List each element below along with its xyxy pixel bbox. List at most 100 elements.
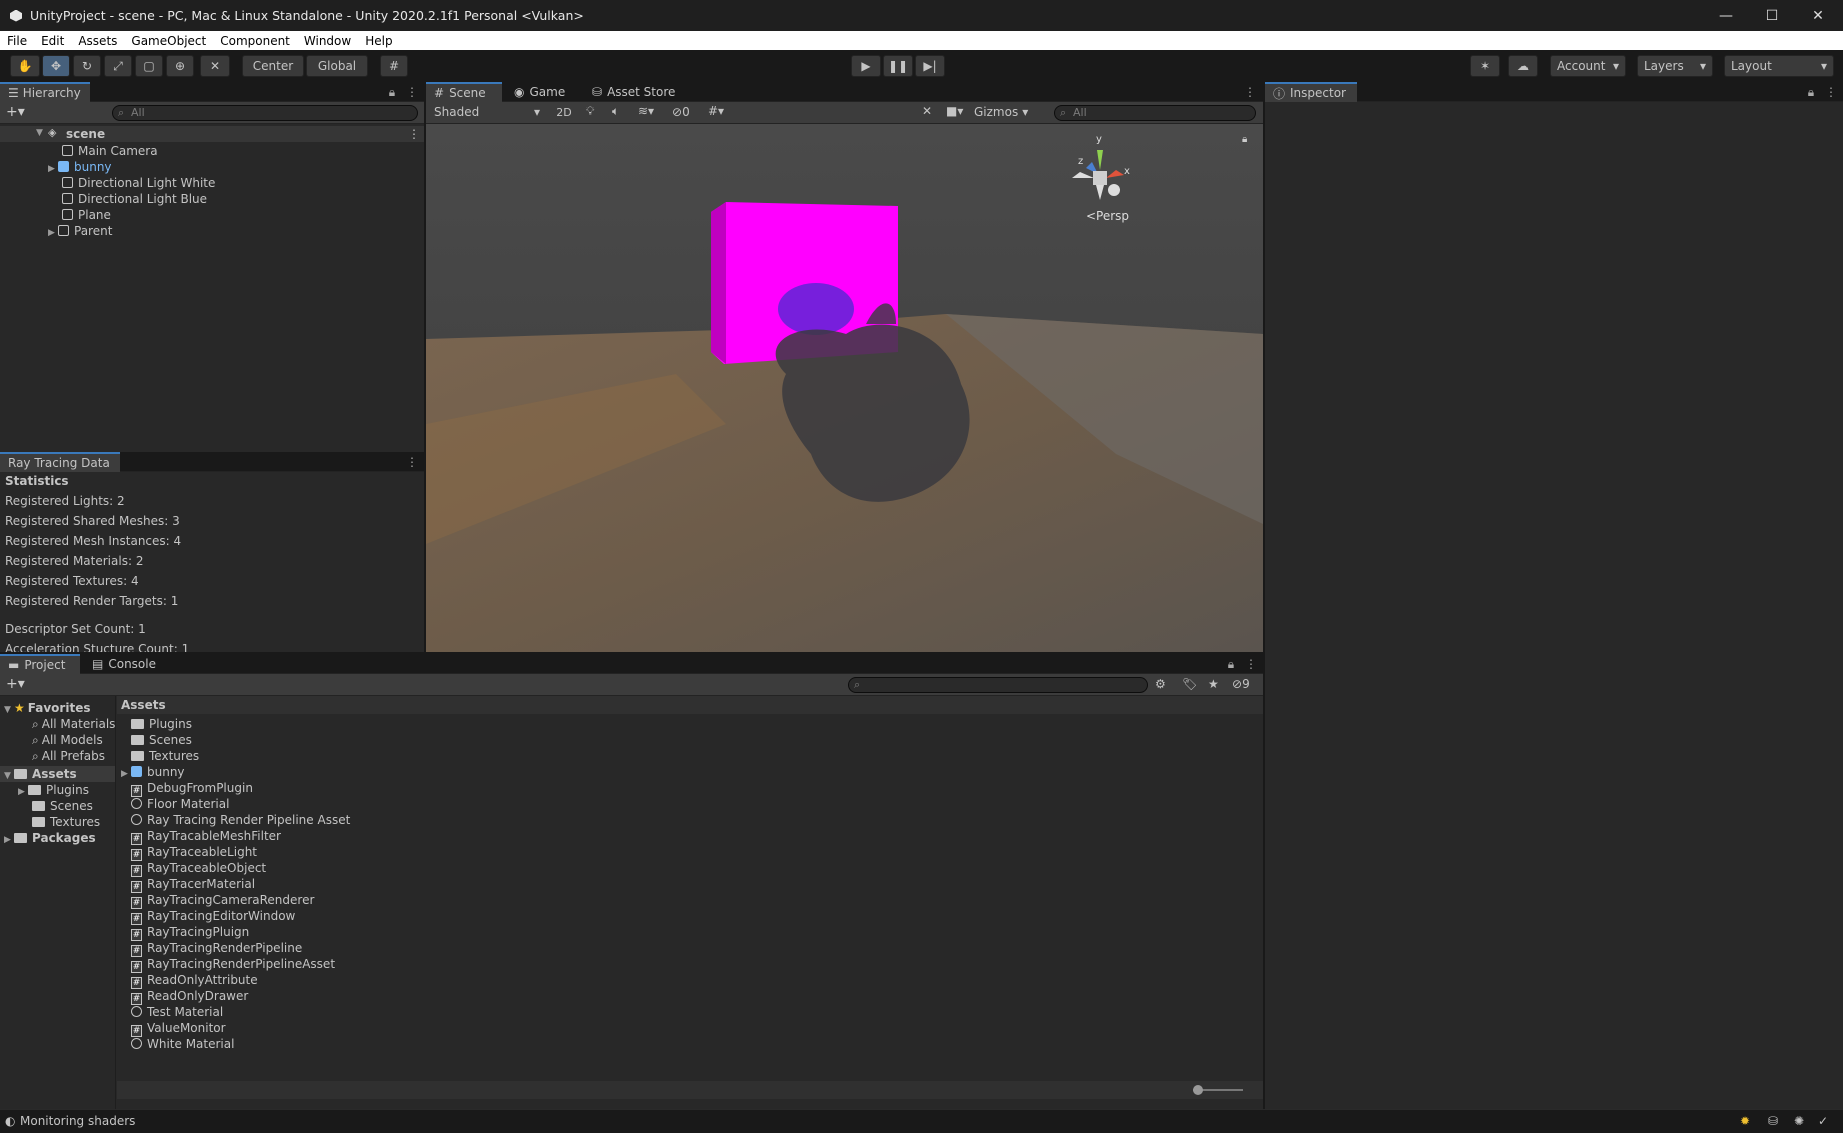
icon-size-slider-thumb[interactable] — [1193, 1085, 1203, 1095]
asset-item[interactable]: Textures — [131, 748, 199, 764]
menu-edit[interactable]: Edit — [34, 34, 71, 48]
account-dropdown[interactable]: Account ▾ — [1550, 55, 1626, 77]
asset-item[interactable]: Ray Tracing Render Pipeline Asset — [131, 812, 350, 828]
pivot-center-button[interactable]: Center — [242, 55, 304, 77]
tab-project[interactable]: ▬ Project — [0, 654, 80, 674]
more-options-icon[interactable]: ⋮ — [406, 455, 418, 469]
rotate-tool-button[interactable]: ↻ — [73, 55, 101, 77]
asset-item[interactable]: # RayTracerMaterial — [131, 876, 255, 893]
chevron-down-icon[interactable]: ▼ — [36, 128, 46, 138]
menu-assets[interactable]: Assets — [71, 34, 124, 48]
lighting-icon[interactable]: ✺ — [1794, 1114, 1804, 1128]
tree-folder-plugins[interactable]: ▶ Plugins — [18, 782, 89, 798]
asset-item[interactable]: # ValueMonitor — [131, 1020, 226, 1037]
asset-item[interactable]: Floor Material — [131, 796, 229, 812]
transform-tool-button[interactable]: ⊕ — [166, 55, 194, 77]
asset-item[interactable]: # RayTracingEditorWindow — [131, 908, 295, 925]
scene-viewport[interactable]: y x z 🔒︎ <Persp — [426, 124, 1263, 652]
tab-hierarchy[interactable]: ☰ Hierarchy — [0, 82, 90, 102]
check-icon[interactable]: ✓ — [1818, 1114, 1828, 1128]
hierarchy-item-light-white[interactable]: Directional Light White — [62, 175, 215, 191]
menu-file[interactable]: File — [0, 34, 34, 48]
pause-button[interactable]: ❚❚ — [883, 55, 913, 77]
asset-item[interactable]: ▶ bunny — [121, 764, 185, 780]
packages-folder[interactable]: ▶ Packages — [4, 830, 96, 846]
favorites-folder[interactable]: ▼ ★ Favorites — [4, 700, 90, 716]
asset-item[interactable]: # DebugFromPlugin — [131, 780, 253, 797]
favorite-star-icon[interactable]: ★ — [1208, 677, 1219, 691]
chevron-right-icon[interactable]: ▶ — [18, 784, 28, 800]
asset-item[interactable]: # RayTracingCameraRenderer — [131, 892, 314, 909]
bug-icon[interactable]: ✹ — [1740, 1114, 1750, 1128]
hierarchy-item-bunny[interactable]: ▶ bunny — [48, 159, 112, 175]
scene-search-input[interactable]: ⌕ All — [1054, 105, 1256, 121]
chevron-down-icon[interactable]: ▼ — [4, 768, 14, 784]
hierarchy-search-input[interactable]: ⌕ All — [112, 105, 418, 121]
gizmos-dropdown[interactable]: Gizmos ▾ — [974, 104, 1036, 121]
more-options-icon[interactable]: ⋮ — [406, 85, 418, 99]
favorite-all-materials[interactable]: ⌕ All Materials — [32, 716, 115, 732]
breadcrumb[interactable]: Assets — [117, 696, 1263, 714]
cloud-button[interactable]: ☁ — [1508, 55, 1538, 77]
lock-icon[interactable]: 🔒︎ — [1227, 657, 1235, 671]
add-icon[interactable]: +▾ — [6, 676, 25, 692]
maximize-button[interactable]: ☐ — [1749, 0, 1795, 31]
hidden-packages-toggle[interactable]: ⊘9 — [1232, 677, 1250, 691]
menu-help[interactable]: Help — [358, 34, 399, 48]
menu-component[interactable]: Component — [213, 34, 297, 48]
move-tool-button[interactable]: ✥ — [42, 55, 70, 77]
search-by-type-icon[interactable]: ⚙ — [1155, 677, 1166, 691]
menu-gameobject[interactable]: GameObject — [124, 34, 213, 48]
asset-item[interactable]: # RayTraceableLight — [131, 844, 257, 861]
search-by-label-icon[interactable]: 🏷︎ — [1182, 677, 1197, 691]
layout-dropdown[interactable]: Layout ▾ — [1724, 55, 1834, 77]
shading-mode-dropdown[interactable]: Shaded ▾ — [430, 104, 544, 121]
chevron-right-icon[interactable]: ▶ — [121, 766, 131, 782]
more-options-icon[interactable]: ⋮ — [1244, 85, 1256, 99]
effects-toggle-icon[interactable]: ≋▾ — [638, 104, 654, 118]
more-options-icon[interactable]: ⋮ — [1825, 85, 1837, 99]
hierarchy-item-main-camera[interactable]: Main Camera — [62, 143, 158, 159]
custom-tool-button[interactable]: ✕ — [200, 55, 230, 77]
chevron-right-icon[interactable]: ▶ — [48, 225, 58, 241]
tree-folder-scenes[interactable]: Scenes — [32, 798, 93, 814]
cache-icon[interactable]: ⛁ — [1768, 1114, 1778, 1128]
collab-button[interactable]: ✶ — [1470, 55, 1500, 77]
tab-console[interactable]: ▤ Console — [84, 654, 164, 674]
chevron-right-icon[interactable]: ▶ — [4, 832, 14, 848]
audio-toggle-icon[interactable]: 🔈︎ — [612, 104, 619, 119]
tab-inspector[interactable]: ⓘ Inspector — [1265, 82, 1357, 102]
favorite-all-models[interactable]: ⌕ All Models — [32, 732, 103, 748]
minimize-button[interactable]: — — [1703, 0, 1749, 31]
layers-dropdown[interactable]: Layers ▾ — [1637, 55, 1713, 77]
menu-window[interactable]: Window — [297, 34, 358, 48]
add-icon[interactable]: +▾ — [6, 104, 25, 120]
chevron-right-icon[interactable]: ▶ — [48, 161, 58, 177]
tools-icon[interactable]: ✕ — [922, 104, 932, 118]
asset-item[interactable]: # RayTracableMeshFilter — [131, 828, 281, 845]
hierarchy-item-parent[interactable]: ▶ Parent — [48, 223, 112, 239]
asset-item[interactable]: # RayTracingRenderPipelineAsset — [131, 956, 335, 973]
rect-tool-button[interactable]: ▢ — [135, 55, 163, 77]
tree-folder-textures[interactable]: Textures — [32, 814, 100, 830]
tab-scene[interactable]: # Scene — [426, 82, 502, 102]
2d-toggle-button[interactable]: 2D — [552, 104, 576, 121]
assets-folder[interactable]: ▼ Assets — [0, 766, 115, 784]
asset-item[interactable]: # ReadOnlyAttribute — [131, 972, 258, 989]
perspective-toggle[interactable]: <Persp — [1086, 209, 1129, 223]
chevron-down-icon[interactable]: ▼ — [4, 702, 14, 718]
camera-settings-icon[interactable]: ■▾ — [946, 104, 963, 118]
lock-icon[interactable]: 🔒︎ — [1242, 134, 1247, 145]
close-button[interactable]: ✕ — [1795, 0, 1841, 31]
pivot-global-button[interactable]: Global — [306, 55, 368, 77]
lock-icon[interactable]: 🔒︎ — [1807, 85, 1815, 99]
asset-item[interactable]: # RayTracingPluign — [131, 924, 249, 941]
tab-raytracing[interactable]: Ray Tracing Data — [0, 452, 120, 472]
orientation-gizmo[interactable]: y x z — [1066, 134, 1136, 210]
grid-toggle-icon[interactable]: #▾ — [708, 104, 724, 118]
lighting-toggle-icon[interactable]: 💡︎ — [586, 104, 594, 119]
tab-asset-store[interactable]: ⛁ Asset Store — [584, 82, 694, 102]
lock-icon[interactable]: 🔒︎ — [388, 85, 396, 99]
asset-item[interactable]: Plugins — [131, 716, 192, 732]
step-button[interactable]: ▶| — [915, 55, 945, 77]
